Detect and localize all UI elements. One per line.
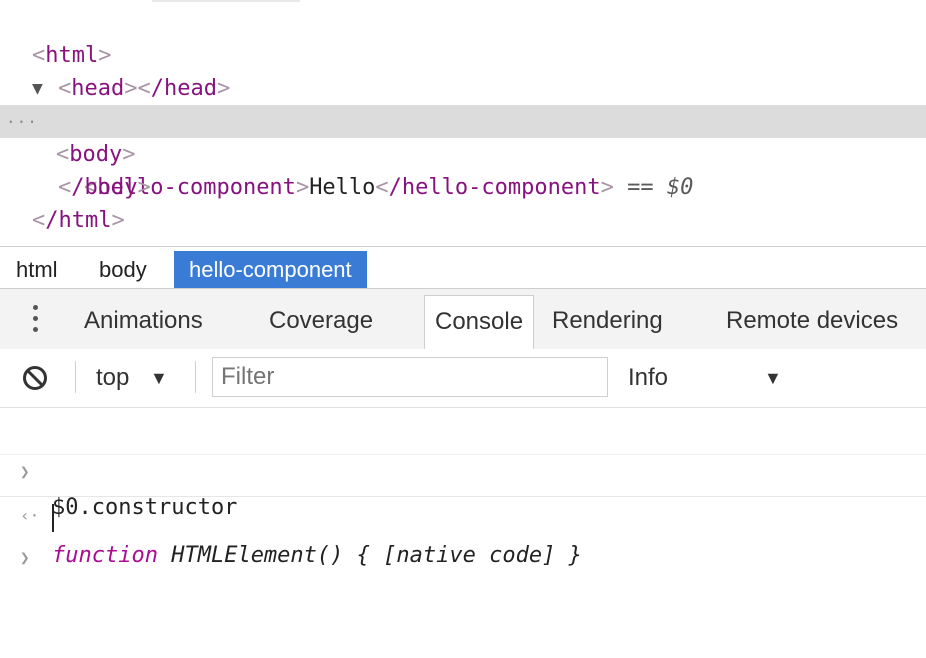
log-level-selector[interactable]: Info xyxy=(628,359,668,397)
breadcrumb-body[interactable]: body xyxy=(84,251,162,288)
tab-console[interactable]: Console xyxy=(424,295,535,351)
tab-rendering[interactable]: Rendering xyxy=(552,295,663,347)
tab-remote-devices[interactable]: Remote devices xyxy=(726,295,898,347)
tree-node-body[interactable]: ▼ <body> xyxy=(0,72,926,167)
prompt-chevron-icon: ❯ xyxy=(20,548,30,567)
toolbar-divider xyxy=(75,361,76,393)
tree-node-html-close[interactable]: </html> xyxy=(0,171,926,233)
console-messages: ❯ $0.constructor ‹· function HTMLElement… xyxy=(0,408,926,568)
breadcrumb-hello-component[interactable]: hello-component xyxy=(174,251,367,288)
elements-tree: <html> <head></head> ▼ <body> ... <hello… xyxy=(0,0,926,246)
tree-node-html[interactable]: <html> xyxy=(0,6,926,68)
more-vertical-icon[interactable] xyxy=(31,305,39,335)
scroll-indicator xyxy=(152,0,300,2)
tree-node-head[interactable]: <head></head> xyxy=(0,39,926,101)
tree-node-hello-component[interactable]: ... <hello-component>Hello</hello-compon… xyxy=(0,105,926,200)
console-toolbar: top ▼ Info ▼ xyxy=(0,349,926,408)
breadcrumb-html[interactable]: html xyxy=(1,251,73,288)
tab-animations[interactable]: Animations xyxy=(84,295,203,347)
dropdown-arrow-icon[interactable]: ▼ xyxy=(764,359,782,397)
clear-console-icon[interactable] xyxy=(22,365,48,391)
text-caret xyxy=(52,504,54,532)
context-selector[interactable]: top xyxy=(96,359,129,397)
node-actions-ellipsis[interactable]: ... xyxy=(6,101,38,134)
drawer-tabbar: Animations Coverage Console Rendering Re… xyxy=(0,288,926,351)
filter-input[interactable] xyxy=(212,357,608,397)
dropdown-arrow-icon[interactable]: ▼ xyxy=(150,359,168,397)
console-result-line: ‹· function HTMLElement() { [native code… xyxy=(0,456,926,568)
breadcrumb: html body hello-component xyxy=(0,246,926,289)
tree-node-body-close[interactable]: </body> xyxy=(0,138,926,200)
toolbar-divider xyxy=(195,361,196,393)
console-prompt[interactable]: ❯ xyxy=(0,498,926,567)
console-input-line: ❯ $0.constructor xyxy=(0,418,926,520)
tab-coverage[interactable]: Coverage xyxy=(269,295,373,347)
